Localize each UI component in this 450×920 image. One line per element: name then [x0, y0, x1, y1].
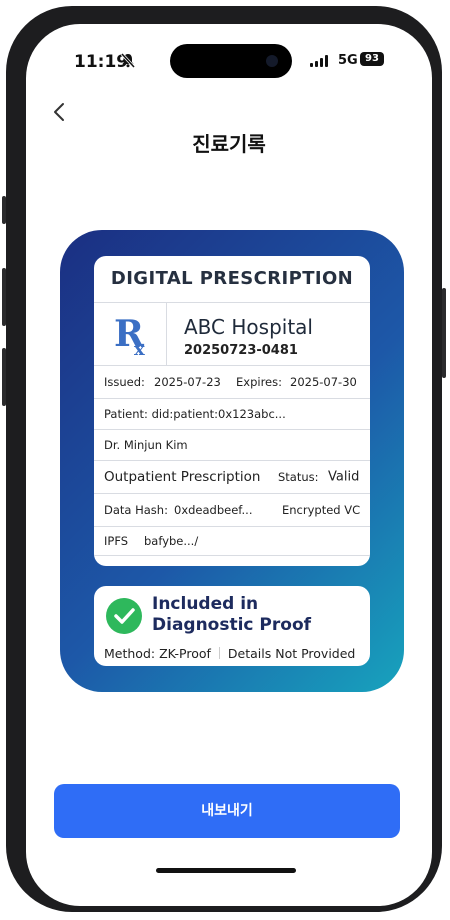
issued-label: Issued: [104, 375, 145, 389]
proof-panel: Included in Diagnostic Proof Method: ZK-… [94, 586, 370, 666]
patient-did: Patient: did:patient:0x123abc... [104, 407, 286, 421]
status-bar: 11:19 5G 93 [26, 24, 432, 98]
doctor-row: Dr. Minjun Kim [94, 430, 370, 461]
dates-row: Issued: 2025-07-23 Expires: 2025-07-30 [94, 366, 370, 399]
doctor-name: Dr. Minjun Kim [104, 438, 188, 452]
signal-icon [310, 55, 332, 67]
status-label: Status: [278, 470, 319, 484]
screen: 11:19 5G 93 진료기록 DIGITAL PRESCRIPTION R … [26, 24, 432, 906]
hospital-name: ABC Hospital [184, 315, 313, 339]
back-chevron-icon[interactable] [48, 100, 72, 124]
proof-details: Details Not Provided [227, 646, 356, 661]
hash-label: Data Hash: [104, 503, 168, 517]
svg-text:x: x [134, 339, 145, 360]
proof-method: Method: ZK-Proof [104, 646, 211, 661]
proof-footer: Method: ZK-Proof Details Not Provided [104, 646, 355, 661]
prescription-number: 20250723-0481 [184, 343, 298, 358]
status-value: Valid [328, 469, 360, 485]
proof-title: Included in Diagnostic Proof [152, 594, 312, 635]
expires-date: 2025-07-30 [290, 375, 357, 389]
expires-label: Expires: [236, 375, 282, 389]
hash-row: Data Hash: 0xdeadbeef... Encrypted VC [94, 494, 370, 527]
volume-down-button [2, 348, 6, 406]
issued-date: 2025-07-23 [154, 375, 221, 389]
page-title: 진료기록 [192, 132, 266, 156]
export-button[interactable]: 내보내기 [54, 784, 400, 838]
ipfs-label: IPFS [104, 534, 129, 548]
prescription-panel: DIGITAL PRESCRIPTION R x ABC Hospital 20… [94, 256, 370, 566]
divider [218, 647, 220, 659]
home-indicator[interactable] [156, 868, 296, 873]
rx-icon: R x [94, 303, 167, 365]
network-type: 5G [338, 53, 358, 68]
dynamic-island [170, 44, 292, 78]
battery-icon: 93 [360, 52, 384, 66]
volume-up-button [2, 268, 6, 326]
prescription-type: Outpatient Prescription [104, 469, 261, 485]
mute-switch [2, 196, 6, 224]
check-circle-icon [106, 598, 142, 634]
credential-type: Encrypted VC [282, 503, 361, 517]
hash-value: 0xdeadbeef... [174, 503, 253, 517]
camera-icon [266, 55, 278, 67]
type-row: Outpatient Prescription Status: Valid [94, 461, 370, 494]
prescription-heading: DIGITAL PRESCRIPTION [94, 256, 370, 303]
ipfs-value: bafybe.../ [144, 534, 199, 548]
bell-slash-icon [120, 52, 136, 68]
patient-row: Patient: did:patient:0x123abc... [94, 399, 370, 430]
power-button [442, 288, 446, 378]
prescription-header: R x ABC Hospital 20250723-0481 [94, 303, 370, 366]
record-card: DIGITAL PRESCRIPTION R x ABC Hospital 20… [60, 230, 404, 692]
phone-frame: 11:19 5G 93 진료기록 DIGITAL PRESCRIPTION R … [2, 6, 446, 912]
ipfs-row: IPFS bafybe.../ [94, 527, 370, 556]
